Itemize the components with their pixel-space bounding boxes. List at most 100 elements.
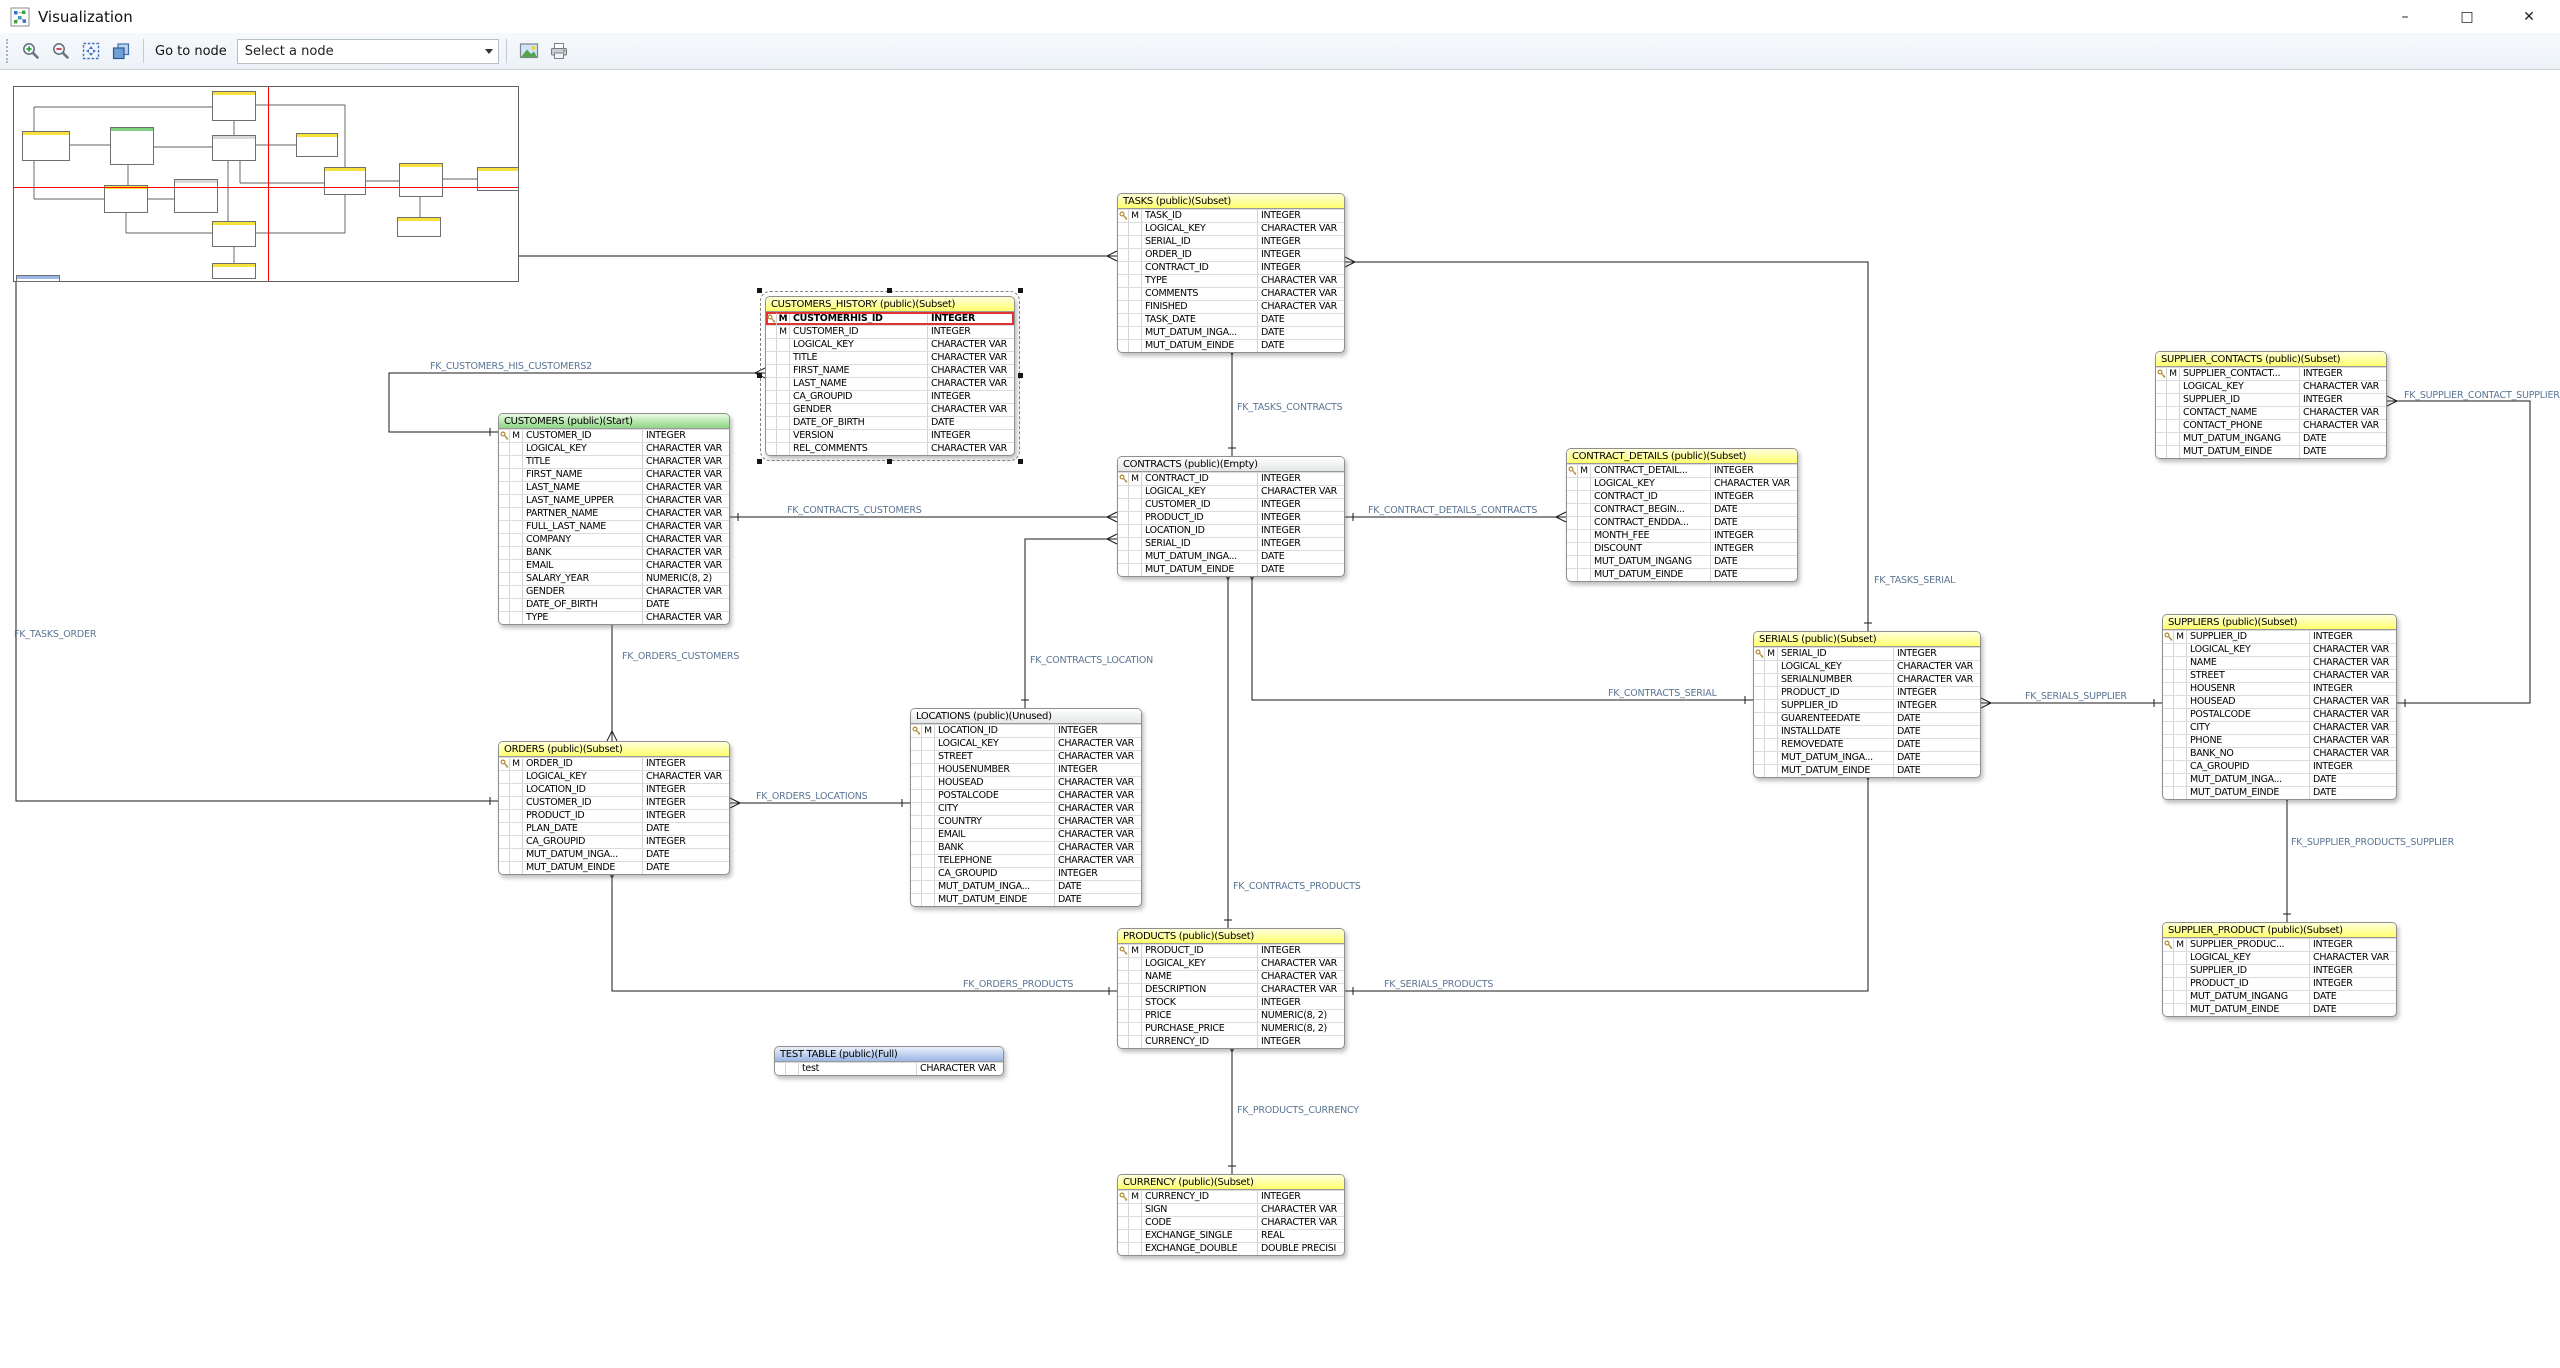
column-row[interactable]: HOUSENUMBERINTEGER xyxy=(911,763,1141,776)
column-row[interactable]: MUT_DATUM_INGA...DATE xyxy=(1118,550,1344,563)
column-row[interactable]: MCUSTOMER_IDINTEGER xyxy=(499,429,729,442)
column-row[interactable]: DATE_OF_BIRTHDATE xyxy=(499,598,729,611)
column-row[interactable]: EXCHANGE_SINGLEREAL xyxy=(1118,1229,1344,1242)
minimize-button[interactable]: – xyxy=(2374,0,2436,33)
column-row[interactable]: MUT_DATUM_INGA...DATE xyxy=(2163,773,2396,786)
column-row[interactable]: LOGICAL_KEYCHARACTER VAR xyxy=(2156,380,2386,393)
column-row[interactable]: CA_GROUPIDINTEGER xyxy=(499,835,729,848)
column-row[interactable]: MSUPPLIER_PRODUC...INTEGER xyxy=(2163,938,2396,951)
column-row[interactable]: FIRST_NAMECHARACTER VAR xyxy=(499,468,729,481)
export-image-icon[interactable] xyxy=(516,38,542,64)
column-row[interactable]: CITYCHARACTER VAR xyxy=(911,802,1141,815)
dropdown-arrow-icon[interactable] xyxy=(480,40,498,63)
column-row[interactable]: MPRODUCT_IDINTEGER xyxy=(1118,944,1344,957)
column-row[interactable]: INSTALLDATEDATE xyxy=(1754,725,1980,738)
column-row[interactable]: PRODUCT_IDINTEGER xyxy=(1754,686,1980,699)
column-row[interactable]: LOGICAL_KEYCHARACTER VAR xyxy=(1567,477,1797,490)
column-row[interactable]: ORDER_IDINTEGER xyxy=(1118,248,1344,261)
column-row[interactable]: COMMENTSCHARACTER VAR xyxy=(1118,287,1344,300)
column-row[interactable]: HOUSEADCHARACTER VAR xyxy=(911,776,1141,789)
column-row[interactable]: LOGICAL_KEYCHARACTER VAR xyxy=(766,338,1014,351)
column-row[interactable]: LOCATION_IDINTEGER xyxy=(1118,524,1344,537)
column-row[interactable]: GENDERCHARACTER VAR xyxy=(499,585,729,598)
column-row[interactable]: CA_GROUPIDINTEGER xyxy=(766,390,1014,403)
selection-handle[interactable] xyxy=(1018,288,1023,293)
column-row[interactable]: MUT_DATUM_INGA...DATE xyxy=(1118,326,1344,339)
column-row[interactable]: TITLECHARACTER VAR xyxy=(499,455,729,468)
column-row[interactable]: TYPECHARACTER VAR xyxy=(1118,274,1344,287)
overview-minimap[interactable] xyxy=(13,86,519,282)
zoom-out-icon[interactable] xyxy=(48,38,74,64)
column-row[interactable]: TASK_DATEDATE xyxy=(1118,313,1344,326)
column-row[interactable]: MCONTRACT_IDINTEGER xyxy=(1118,472,1344,485)
column-row[interactable]: FULL_LAST_NAMECHARACTER VAR xyxy=(499,520,729,533)
column-row[interactable]: CODECHARACTER VAR xyxy=(1118,1216,1344,1229)
column-row[interactable]: CONTACT_PHONECHARACTER VAR xyxy=(2156,419,2386,432)
table-suppliers[interactable]: SUPPLIERS (public)(Subset)MSUPPLIER_IDIN… xyxy=(2162,614,2397,800)
column-row[interactable]: SERIAL_IDINTEGER xyxy=(1118,235,1344,248)
column-row[interactable]: POSTALCODECHARACTER VAR xyxy=(2163,708,2396,721)
cascade-windows-icon[interactable] xyxy=(108,38,134,64)
column-row[interactable]: EXCHANGE_DOUBLEDOUBLE PRECISI xyxy=(1118,1242,1344,1255)
column-row[interactable]: POSTALCODECHARACTER VAR xyxy=(911,789,1141,802)
column-row[interactable]: BANK_NOCHARACTER VAR xyxy=(2163,747,2396,760)
column-row[interactable]: MSERIAL_IDINTEGER xyxy=(1754,647,1980,660)
column-row[interactable]: PRODUCT_IDINTEGER xyxy=(499,809,729,822)
column-row[interactable]: NAMECHARACTER VAR xyxy=(2163,656,2396,669)
table-customers-history[interactable]: CUSTOMERS_HISTORY (public)(Subset)MCUSTO… xyxy=(765,296,1015,456)
column-row[interactable]: DATE_OF_BIRTHDATE xyxy=(766,416,1014,429)
column-row[interactable]: MUT_DATUM_EINDEDATE xyxy=(2156,445,2386,458)
column-row[interactable]: LAST_NAMECHARACTER VAR xyxy=(766,377,1014,390)
column-row[interactable]: LOGICAL_KEYCHARACTER VAR xyxy=(2163,951,2396,964)
column-row[interactable]: FINISHEDCHARACTER VAR xyxy=(1118,300,1344,313)
column-row[interactable]: MSUPPLIER_CONTACT...INTEGER xyxy=(2156,367,2386,380)
zoom-in-icon[interactable] xyxy=(18,38,44,64)
fit-to-window-icon[interactable] xyxy=(78,38,104,64)
column-row[interactable]: CUSTOMER_IDINTEGER xyxy=(1118,498,1344,511)
column-row[interactable]: CA_GROUPIDINTEGER xyxy=(2163,760,2396,773)
table-products[interactable]: PRODUCTS (public)(Subset)MPRODUCT_IDINTE… xyxy=(1117,928,1345,1049)
table-locations[interactable]: LOCATIONS (public)(Unused)MLOCATION_IDIN… xyxy=(910,708,1142,907)
column-row[interactable]: MUT_DATUM_EINDEDATE xyxy=(1118,339,1344,352)
column-row[interactable]: TYPECHARACTER VAR xyxy=(499,611,729,624)
column-row[interactable]: PURCHASE_PRICENUMERIC(8, 2) xyxy=(1118,1022,1344,1035)
column-row[interactable]: STOCKINTEGER xyxy=(1118,996,1344,1009)
column-row[interactable]: DISCOUNTINTEGER xyxy=(1567,542,1797,555)
column-row[interactable]: PRODUCT_IDINTEGER xyxy=(2163,977,2396,990)
column-row[interactable]: MCURRENCY_IDINTEGER xyxy=(1118,1190,1344,1203)
close-button[interactable]: ✕ xyxy=(2498,0,2560,33)
column-row[interactable]: TITLECHARACTER VAR xyxy=(766,351,1014,364)
column-row[interactable]: CONTRACT_IDINTEGER xyxy=(1118,261,1344,274)
column-row[interactable]: CURRENCY_IDINTEGER xyxy=(1118,1035,1344,1048)
column-row[interactable]: CONTRACT_BEGIN...DATE xyxy=(1567,503,1797,516)
node-selector[interactable]: Select a node xyxy=(237,39,499,64)
column-row[interactable]: LAST_NAMECHARACTER VAR xyxy=(499,481,729,494)
column-row[interactable]: MONTH_FEEINTEGER xyxy=(1567,529,1797,542)
column-row[interactable]: LOGICAL_KEYCHARACTER VAR xyxy=(1118,222,1344,235)
column-row[interactable]: REMOVEDATEDATE xyxy=(1754,738,1980,751)
column-row[interactable]: STREETCHARACTER VAR xyxy=(2163,669,2396,682)
column-row[interactable]: MUT_DATUM_INGA...DATE xyxy=(911,880,1141,893)
column-row[interactable]: FIRST_NAMECHARACTER VAR xyxy=(766,364,1014,377)
column-row[interactable]: PLAN_DATEDATE xyxy=(499,822,729,835)
table-test-table[interactable]: TEST TABLE (public)(Full)testCHARACTER V… xyxy=(774,1046,1004,1076)
column-row[interactable]: PARTNER_NAMECHARACTER VAR xyxy=(499,507,729,520)
column-row[interactable]: MCUSTOMERHIS_IDINTEGER xyxy=(766,312,1014,325)
column-row[interactable]: TELEPHONECHARACTER VAR xyxy=(911,854,1141,867)
selection-handle[interactable] xyxy=(887,459,892,464)
column-row[interactable]: LOGICAL_KEYCHARACTER VAR xyxy=(499,770,729,783)
selection-handle[interactable] xyxy=(1018,459,1023,464)
column-row[interactable]: LAST_NAME_UPPERCHARACTER VAR xyxy=(499,494,729,507)
column-row[interactable]: PRODUCT_IDINTEGER xyxy=(1118,511,1344,524)
column-row[interactable]: NAMECHARACTER VAR xyxy=(1118,970,1344,983)
table-orders[interactable]: ORDERS (public)(Subset)MORDER_IDINTEGERL… xyxy=(498,741,730,875)
column-row[interactable]: LOGICAL_KEYCHARACTER VAR xyxy=(1118,957,1344,970)
column-row[interactable]: CONTRACT_IDINTEGER xyxy=(1567,490,1797,503)
toolbar-grip[interactable] xyxy=(6,39,10,63)
column-row[interactable]: MCONTRACT_DETAIL...INTEGER xyxy=(1567,464,1797,477)
column-row[interactable]: COUNTRYCHARACTER VAR xyxy=(911,815,1141,828)
column-row[interactable]: LOCATION_IDINTEGER xyxy=(499,783,729,796)
selection-handle[interactable] xyxy=(1018,373,1023,378)
table-supplier-contacts[interactable]: SUPPLIER_CONTACTS (public)(Subset)MSUPPL… xyxy=(2155,351,2387,459)
column-row[interactable]: MUT_DATUM_INGA...DATE xyxy=(1754,751,1980,764)
